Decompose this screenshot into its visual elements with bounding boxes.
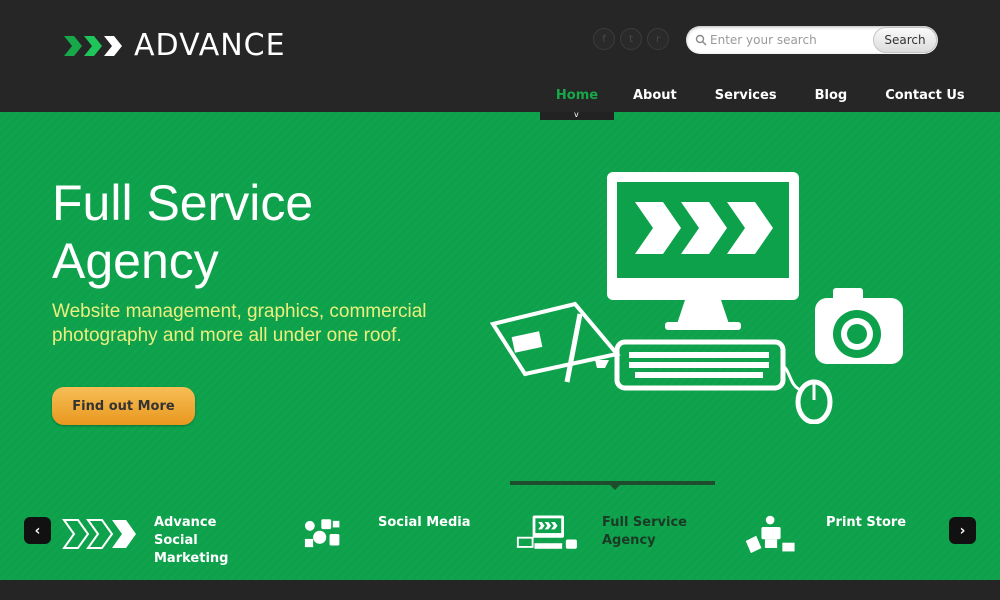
search-icon [695,34,707,46]
slide-label: Full Service Agency [602,515,687,548]
nav-services[interactable]: Services [696,86,796,112]
footer-bar [0,580,1000,600]
social-media-icon [304,519,340,548]
logo[interactable]: ADVANCE [64,30,286,62]
nav-blog[interactable]: Blog [796,86,867,112]
hero-subtitle: Website management, graphics, commercial… [52,301,427,346]
social-links: f t r [593,28,669,50]
chevron-down-icon: v [574,110,579,119]
slide-full-service-agency[interactable]: Full Service Agency [516,512,712,556]
search-button[interactable]: Search [873,27,937,53]
find-out-more-button[interactable]: Find out More [52,387,195,425]
main-nav: Home About Services Blog Contact Us [540,86,984,112]
slide-social-media[interactable]: Social Media [300,512,488,556]
brand-name: ADVANCE [134,28,286,63]
nav-home[interactable]: Home [540,86,614,112]
slide-print-store[interactable]: Print Store [744,512,936,556]
advance-chevrons-icon [62,519,136,549]
nav-about[interactable]: About [614,86,696,112]
slider-prev-button[interactable]: ‹ [24,517,51,544]
hero-banner: Full Service Agency Website management, … [0,112,1000,580]
slide-label: Advance Social Marketing [154,515,229,566]
active-nav-marker: v [540,110,614,120]
slide-advance-social-marketing[interactable]: Advance Social Marketing [62,512,264,568]
rss-icon[interactable]: r [647,28,669,50]
site-header: ADVANCE f t r Search Home About Services… [0,0,1000,112]
search-box: Search [686,26,938,54]
hero-title: Full Service Agency [52,175,314,289]
computer-illustration-icon [489,172,903,424]
nav-contact-us[interactable]: Contact Us [866,86,983,112]
slide-label: Social Media [378,515,471,530]
slide-label: Print Store [826,515,907,530]
search-input[interactable] [710,29,860,51]
twitter-icon[interactable]: t [620,28,642,50]
slider-active-indicator [510,481,715,490]
print-store-icon [745,515,795,554]
computer-icon [516,515,577,549]
chevrons-logo-icon [64,36,122,56]
slider-next-button[interactable]: › [949,517,976,544]
facebook-icon[interactable]: f [593,28,615,50]
